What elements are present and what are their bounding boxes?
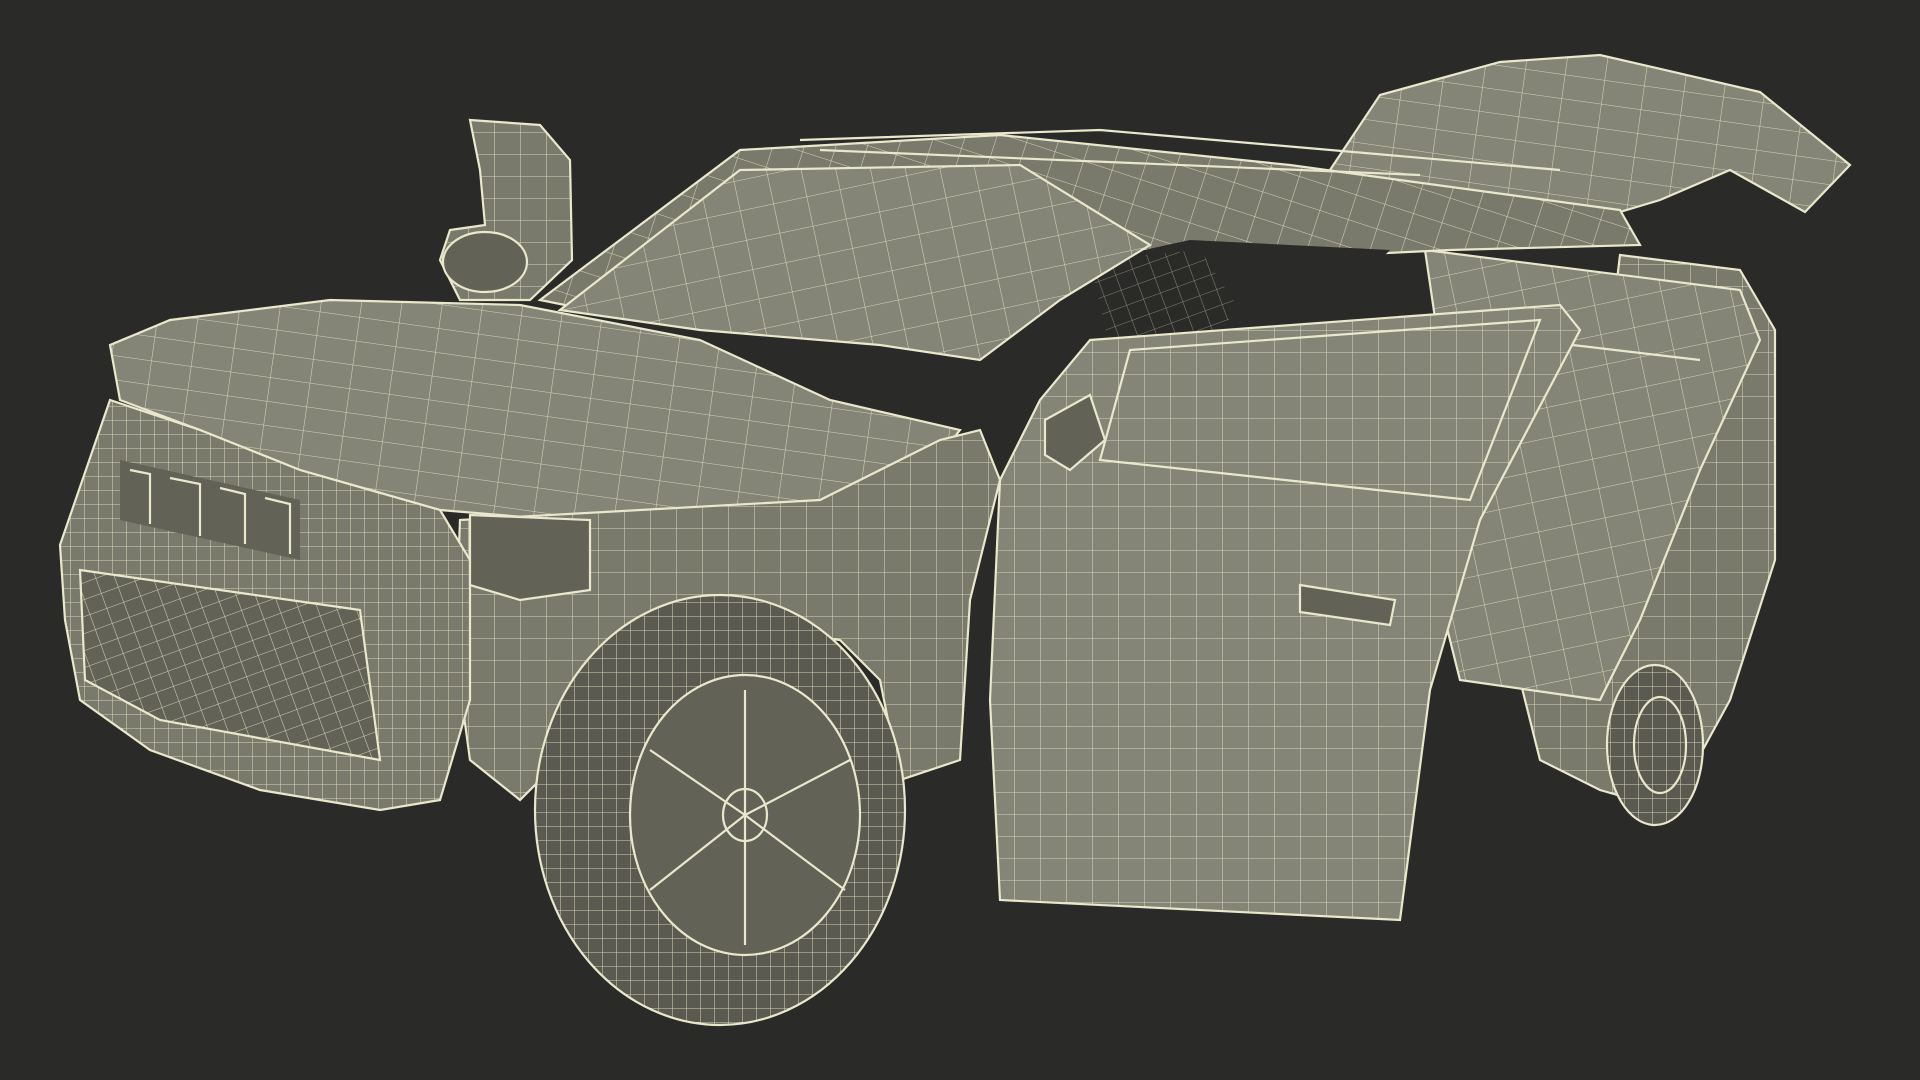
- front-wheel: [533, 593, 907, 1027]
- car-wireframe-render: [58, 53, 1852, 1027]
- side-mirror: [438, 118, 574, 302]
- rear-wheel: [1605, 663, 1705, 827]
- headlight: [468, 513, 592, 602]
